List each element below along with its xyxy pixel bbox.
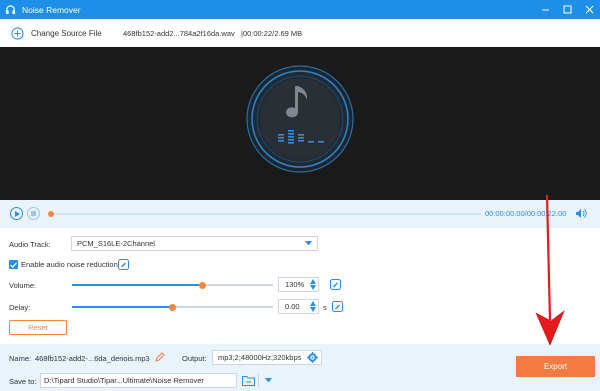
edit-icon[interactable] <box>155 352 165 362</box>
timecode: 00:00:00.00/00:00:22.00 <box>485 209 567 218</box>
audio-track-label: Audio Track: <box>9 240 51 249</box>
save-path-dropdown[interactable] <box>258 374 277 387</box>
edit-icon[interactable] <box>118 259 129 270</box>
minimize-icon[interactable] <box>534 0 556 19</box>
delay-input[interactable]: 0.00 <box>278 299 319 314</box>
settings-icon[interactable] <box>307 352 318 363</box>
footer: Name: 468fb152-add2-...6da_denois.mp3 Ou… <box>0 344 600 391</box>
maximize-icon[interactable] <box>556 0 578 19</box>
settings-icon[interactable] <box>332 301 343 312</box>
change-source-button[interactable]: Change Source File <box>11 26 102 40</box>
delay-slider[interactable] <box>72 303 273 311</box>
close-icon[interactable] <box>578 0 600 19</box>
delay-label: Delay: <box>9 303 31 312</box>
chevron-down-icon <box>264 378 272 383</box>
audio-track-value: PCM_S16LE-2Channel <box>77 239 155 248</box>
volume-slider-thumb[interactable] <box>199 281 207 289</box>
stop-icon <box>31 211 36 216</box>
volume-input[interactable]: 130% <box>278 277 319 292</box>
toolbar: Change Source File 468fb152-add2...784a2… <box>0 19 600 47</box>
output-file-name: 468fb152-add2-...6da_denois.mp3 <box>35 354 150 363</box>
settings-panel: Audio Track: PCM_S16LE-2Channel Enable a… <box>0 228 600 344</box>
progress-bar[interactable] <box>48 211 481 217</box>
output-label: Output: <box>182 354 207 363</box>
volume-stepper[interactable] <box>310 279 316 290</box>
folder-icon[interactable] <box>242 375 255 386</box>
delay-value: 0.00 <box>285 302 300 311</box>
noise-reduction-label: Enable audio noise reduction <box>21 260 118 269</box>
play-button[interactable] <box>10 207 23 220</box>
title-bar: Noise Remover <box>0 0 600 19</box>
volume-icon[interactable] <box>575 208 587 221</box>
reset-button[interactable]: Reset <box>9 320 67 335</box>
volume-label: Volume: <box>9 281 37 290</box>
save-to-label: Save to: <box>9 377 37 386</box>
volume-slider[interactable] <box>72 281 273 289</box>
music-note-icon <box>246 65 354 173</box>
playback-bar: 00:00:00.00/00:00:22.00 <box>0 200 600 228</box>
audio-track-select[interactable]: PCM_S16LE-2Channel <box>71 236 318 251</box>
delay-unit: s <box>323 303 327 312</box>
window-title: Noise Remover <box>22 4 81 15</box>
progress-knob[interactable] <box>48 211 54 217</box>
export-button[interactable]: Export <box>516 356 595 377</box>
headphones-icon <box>4 4 16 16</box>
delay-stepper[interactable] <box>310 301 316 312</box>
settings-icon[interactable] <box>330 279 341 290</box>
save-path-field[interactable]: D:\Tipard Studio\Tipar...Ultimate\Noise … <box>40 373 272 388</box>
add-icon <box>11 26 24 40</box>
source-file-info: |00:00:22/2.69 MB <box>241 29 303 38</box>
audio-preview <box>0 47 600 200</box>
save-path-value: D:\Tipard Studio\Tipar...Ultimate\Noise … <box>44 376 204 385</box>
change-source-label: Change Source File <box>31 28 102 38</box>
source-file-name: 468fb152-add2...784a2f16da.wav <box>123 29 235 38</box>
delay-slider-thumb[interactable] <box>169 303 176 311</box>
output-format-value: mp3;2;48000Hz;320kbps <box>218 353 302 362</box>
chevron-down-icon <box>305 241 312 246</box>
output-format-field[interactable]: mp3;2;48000Hz;320kbps <box>212 350 322 365</box>
stop-button[interactable] <box>27 207 40 220</box>
volume-value: 130% <box>285 280 305 289</box>
play-icon <box>14 210 20 217</box>
noise-reduction-checkbox[interactable] <box>9 260 18 269</box>
name-label: Name: <box>9 354 32 363</box>
